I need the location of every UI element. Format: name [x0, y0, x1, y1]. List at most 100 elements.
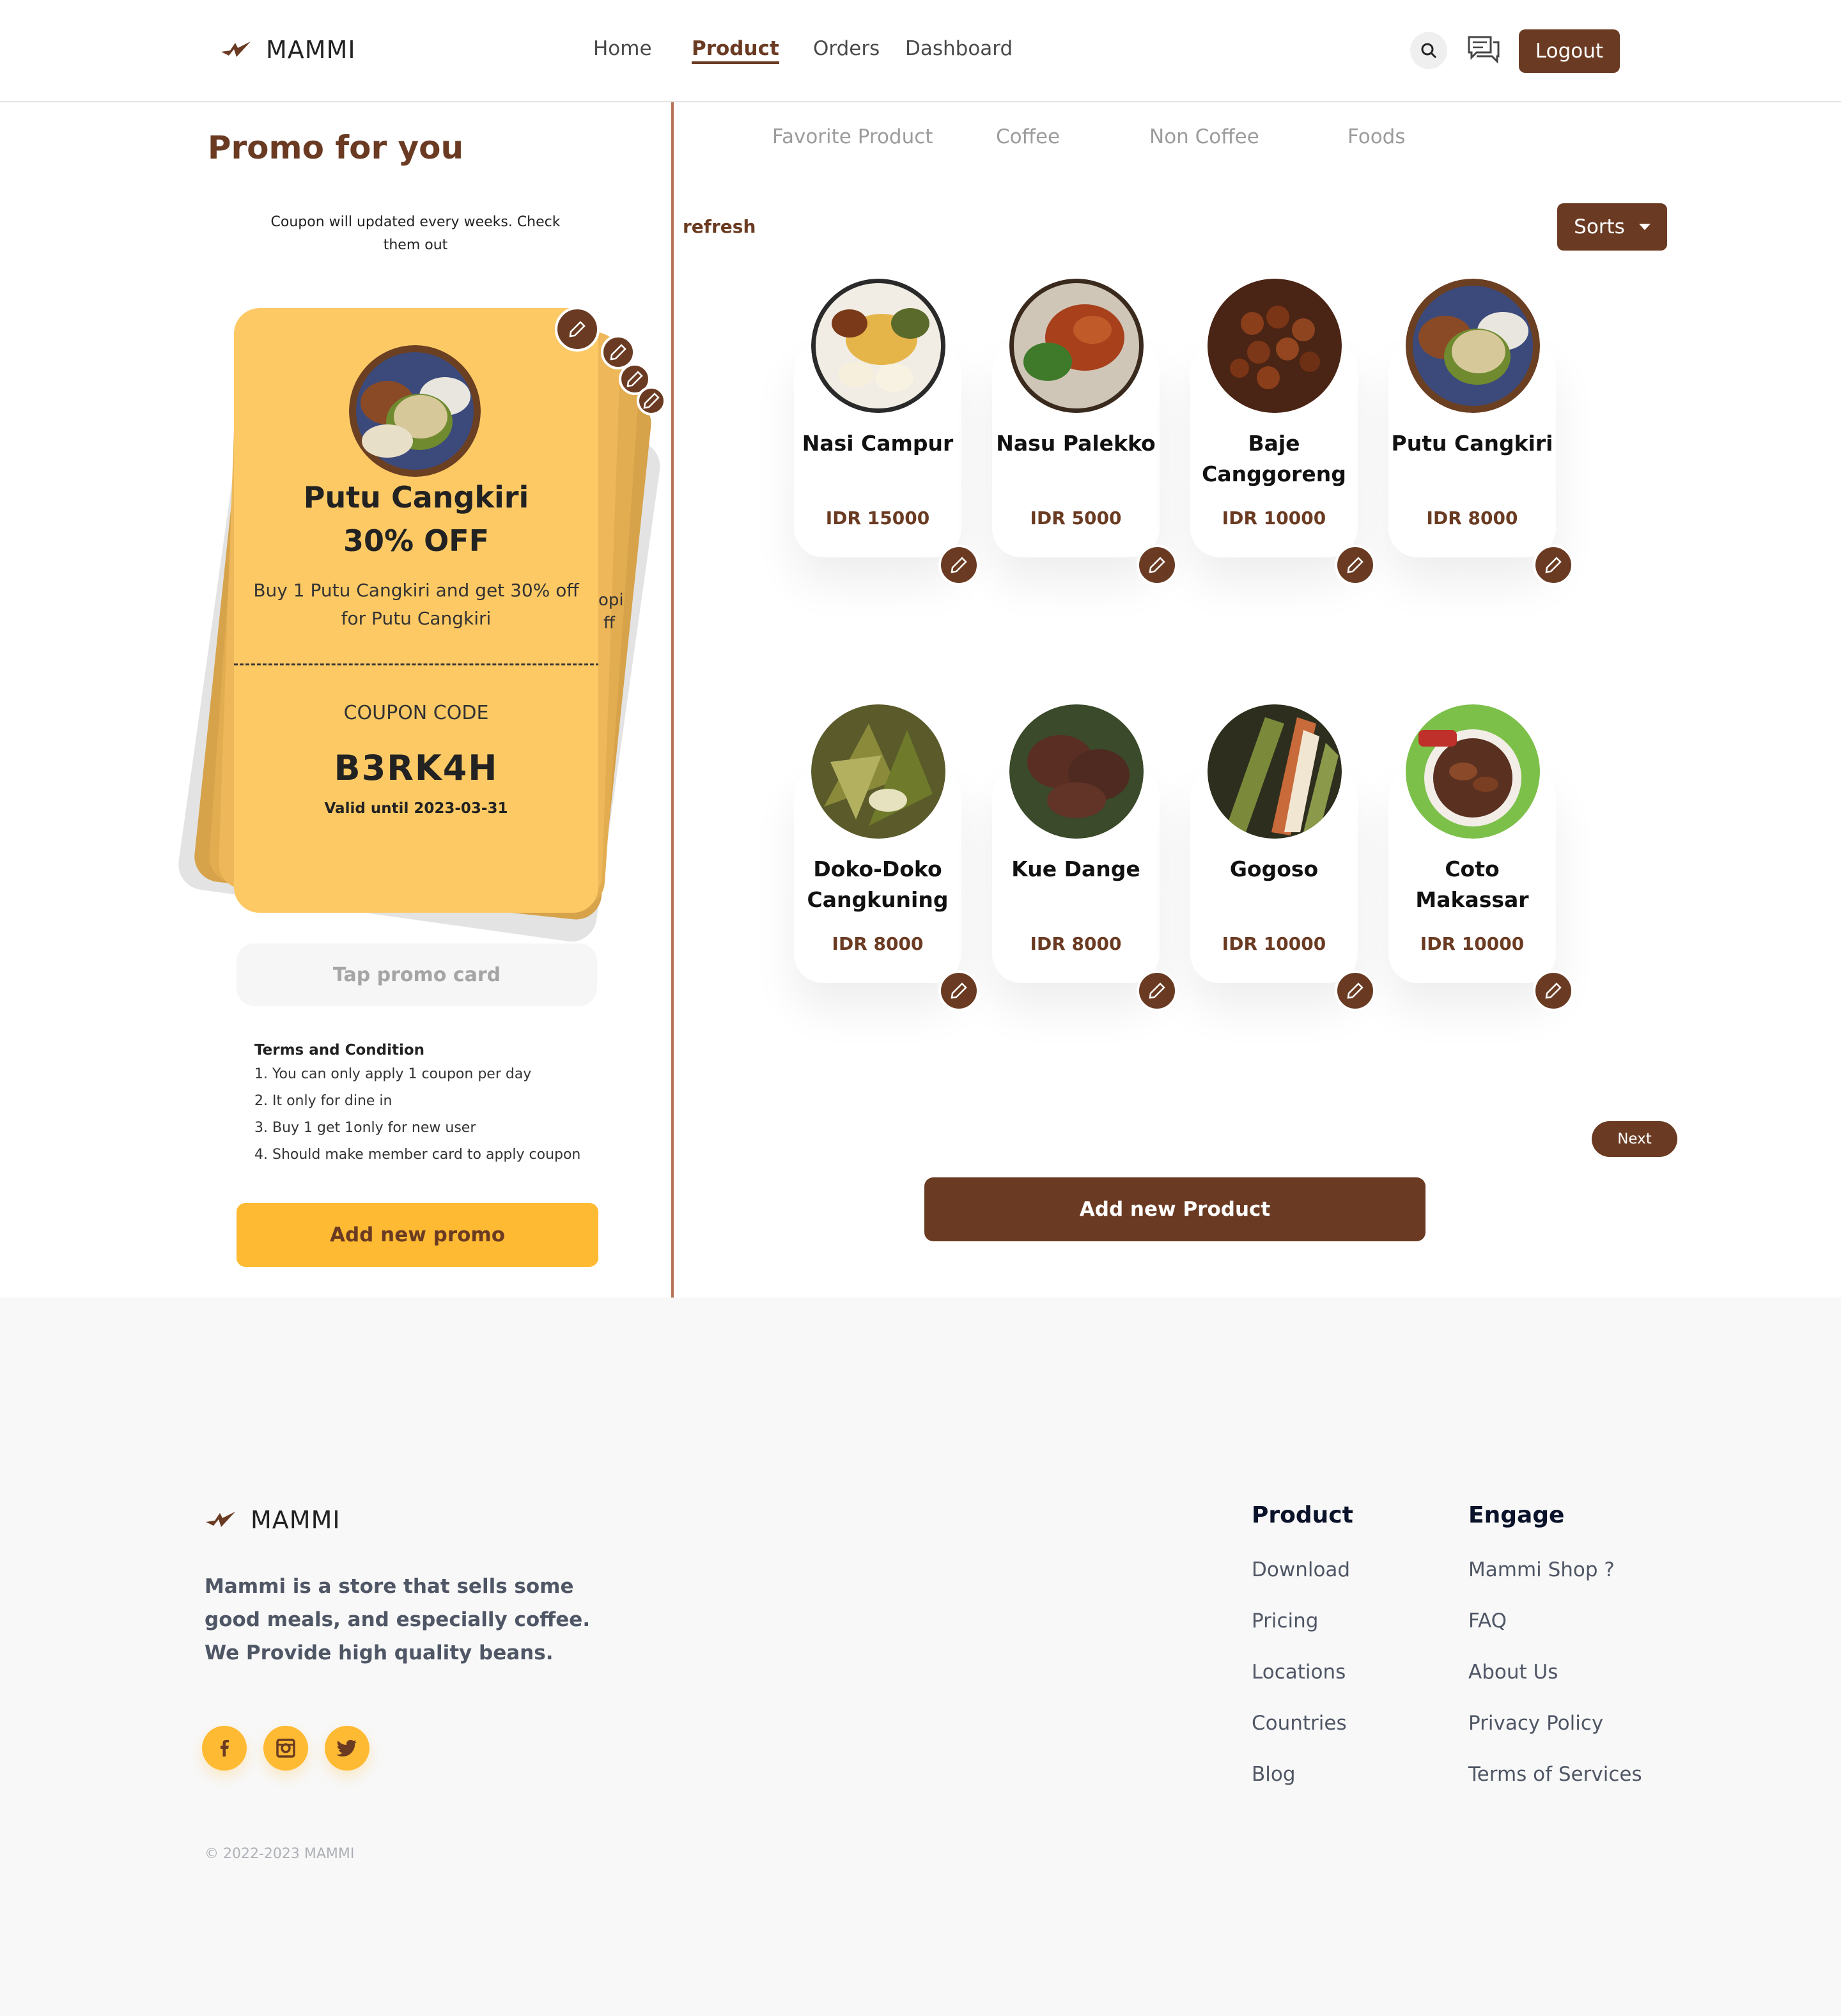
product-image — [811, 279, 945, 413]
edit-icon — [1149, 557, 1165, 573]
caret-down-icon — [1638, 224, 1651, 230]
product-edit-button[interactable] — [938, 545, 979, 585]
tab-coffee[interactable]: Coffee — [996, 125, 1060, 148]
product-name: Doko-Doko Cangkuning — [807, 857, 949, 912]
product-name: Nasi Campur — [802, 431, 954, 456]
product-card[interactable]: Gogoso IDR 10000 — [1190, 704, 1376, 1011]
nav-product[interactable]: Product — [692, 37, 779, 64]
footer-description: Mammi is a store that sells some good me… — [205, 1575, 591, 1664]
edit-icon — [643, 392, 660, 409]
terms-item: 2. It only for dine in — [254, 1093, 392, 1109]
search-button[interactable] — [1410, 32, 1447, 69]
product-image — [1406, 704, 1540, 839]
tab-non-coffee[interactable]: Non Coffee — [1149, 125, 1259, 148]
product-edit-button[interactable] — [1335, 970, 1376, 1011]
product-price: IDR 10000 — [1420, 933, 1525, 954]
product-card[interactable]: Nasi Campur IDR 15000 — [794, 279, 979, 585]
footer-link-blog[interactable]: Blog — [1252, 1763, 1296, 1786]
product-price: IDR 8000 — [1426, 508, 1518, 529]
next-page-button[interactable]: Next — [1592, 1121, 1677, 1157]
copyright: © 2022-2023 MAMMI — [205, 1846, 355, 1862]
footer-link-about-us[interactable]: About Us — [1468, 1661, 1558, 1684]
footer-link-download[interactable]: Download — [1252, 1558, 1350, 1581]
product-card[interactable]: Coto Makassar IDR 10000 — [1388, 704, 1574, 1011]
sorts-label: Sorts — [1574, 215, 1625, 238]
instagram-icon — [276, 1739, 295, 1758]
sorts-dropdown[interactable]: Sorts — [1557, 203, 1667, 251]
footer-link-mammi-shop[interactable]: Mammi Shop ? — [1468, 1558, 1615, 1581]
promo-title: Promo for you — [207, 129, 464, 166]
product-edit-button[interactable] — [1335, 545, 1376, 585]
chat-button[interactable] — [1466, 33, 1501, 68]
promo-discount: 30% OFF — [343, 523, 490, 558]
product-edit-button[interactable] — [938, 970, 979, 1011]
footer-brand[interactable]: MAMMI — [205, 1506, 341, 1534]
product-edit-button[interactable] — [1137, 970, 1177, 1011]
footer-link-pricing[interactable]: Pricing — [1252, 1609, 1319, 1632]
facebook-link[interactable] — [202, 1726, 247, 1771]
product-card[interactable]: Kue Dange IDR 8000 — [992, 704, 1177, 1011]
search-icon — [1421, 43, 1437, 59]
stack-edit-button[interactable] — [637, 386, 666, 415]
product-price: IDR 10000 — [1222, 508, 1326, 529]
product-card[interactable]: Nasu Palekko IDR 5000 — [992, 279, 1177, 585]
product-name: Baje Canggoreng — [1202, 431, 1346, 486]
promo-edit-button[interactable] — [555, 307, 600, 352]
product-card[interactable]: Doko-Doko Cangkuning IDR 8000 — [794, 704, 979, 1011]
coupon-code: B3RK4H — [334, 748, 499, 788]
add-new-product-button[interactable]: Add new Product — [924, 1177, 1425, 1241]
edit-icon — [1545, 982, 1562, 999]
brand[interactable]: MAMMI — [220, 36, 356, 64]
edit-icon — [1347, 982, 1363, 999]
product-image — [1208, 704, 1342, 839]
logout-button[interactable]: Logout — [1519, 29, 1620, 73]
footer-brand-name: MAMMI — [251, 1506, 341, 1534]
product-image — [1208, 279, 1342, 413]
footer-link-terms-of-services[interactable]: Terms of Services — [1468, 1763, 1642, 1786]
brand-name: MAMMI — [266, 36, 356, 64]
footer-link-faq[interactable]: FAQ — [1468, 1609, 1507, 1632]
footer-link-countries[interactable]: Countries — [1252, 1712, 1347, 1735]
twitter-icon — [336, 1740, 357, 1756]
refresh-link[interactable]: refresh — [683, 216, 756, 237]
add-new-promo-button[interactable]: Add new promo — [237, 1203, 598, 1267]
product-edit-button[interactable] — [1533, 545, 1574, 585]
promo-card[interactable]: Putu Cangkiri 30% OFF Buy 1 Putu Cangkir… — [234, 308, 598, 913]
footer-product-title: Product — [1252, 1502, 1353, 1528]
product-card[interactable]: Baje Canggoreng IDR 10000 — [1190, 279, 1376, 585]
footer-link-privacy-policy[interactable]: Privacy Policy — [1468, 1712, 1603, 1735]
stacked-card-text: ff — [603, 614, 615, 633]
tab-favorite-product[interactable]: Favorite Product — [772, 125, 933, 148]
edit-icon — [610, 344, 626, 361]
product-image — [1406, 279, 1540, 413]
footer-link-locations[interactable]: Locations — [1252, 1661, 1346, 1684]
twitter-link[interactable] — [325, 1726, 369, 1771]
product-name: Kue Dange — [1011, 857, 1140, 881]
edit-icon — [626, 371, 643, 387]
edit-icon — [951, 982, 967, 999]
tap-promo-card-button[interactable]: Tap promo card — [237, 943, 597, 1006]
nav-home[interactable]: Home — [593, 37, 652, 60]
edit-icon — [1149, 982, 1165, 999]
stacked-card-text: opi — [598, 591, 624, 610]
terms-title: Terms and Condition — [254, 1042, 425, 1058]
column-divider — [671, 102, 674, 1298]
nav-dashboard[interactable]: Dashboard — [905, 37, 1013, 60]
product-edit-button[interactable] — [1533, 970, 1574, 1011]
product-price: IDR 15000 — [825, 508, 930, 529]
edit-icon — [569, 321, 586, 337]
chat-icon — [1468, 36, 1500, 64]
product-edit-button[interactable] — [1137, 545, 1177, 585]
instagram-link[interactable] — [263, 1726, 308, 1771]
product-image — [1009, 704, 1144, 839]
product-name: Coto Makassar — [1415, 857, 1529, 912]
product-name: Putu Cangkiri — [1391, 431, 1553, 456]
terms-item: 3. Buy 1 get 1only for new user — [254, 1120, 476, 1136]
product-card[interactable]: Putu Cangkiri IDR 8000 — [1388, 279, 1574, 585]
edit-icon — [951, 557, 967, 573]
product-price: IDR 8000 — [832, 933, 924, 954]
tab-foods[interactable]: Foods — [1348, 125, 1406, 148]
coupon-label: COUPON CODE — [343, 702, 489, 724]
edit-icon — [1347, 557, 1363, 573]
nav-orders[interactable]: Orders — [813, 37, 880, 60]
